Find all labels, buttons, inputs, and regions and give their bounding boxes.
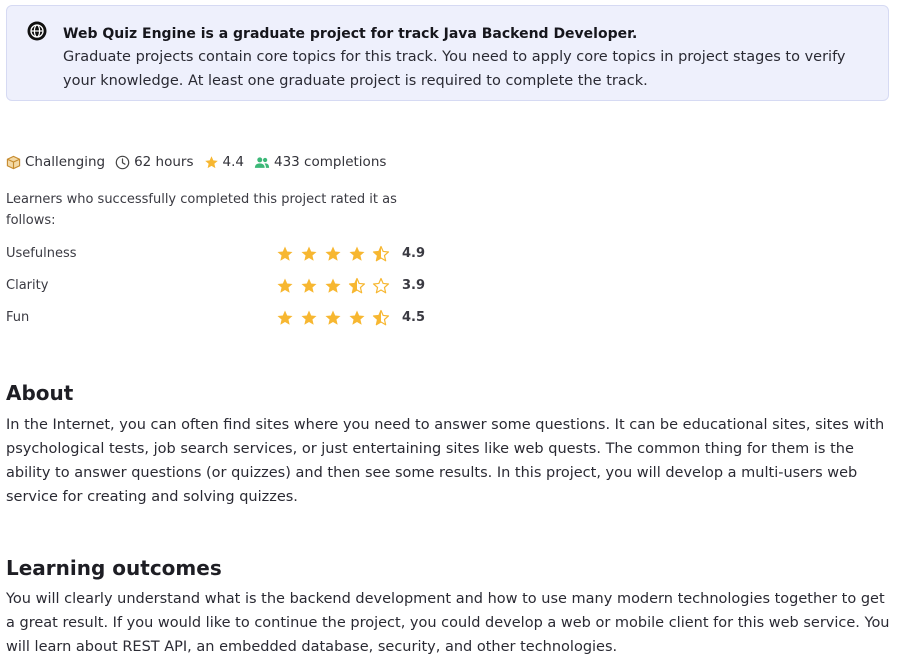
duration: 62 hours: [115, 154, 194, 170]
rating-row-fun: Fun 4.5: [6, 308, 436, 328]
star-rating: [276, 245, 396, 263]
rating-label: Fun: [6, 310, 30, 325]
users-icon: [254, 156, 270, 168]
box-icon: [6, 155, 21, 169]
rating-row-usefulness: Usefulness 4.9: [6, 244, 436, 264]
banner-title: Web Quiz Engine is a graduate project fo…: [63, 26, 638, 42]
star-full-icon: [325, 246, 341, 261]
difficulty-label: Challenging: [25, 154, 106, 170]
star-icon: [204, 155, 218, 168]
star-full-icon: [277, 278, 293, 293]
completions: 433 completions: [254, 154, 386, 170]
star-full-icon: [277, 310, 293, 325]
about-heading: About: [6, 381, 74, 405]
learning-outcomes-text: You will clearly understand what is the …: [6, 591, 890, 655]
learning-outcomes-heading: Learning outcomes: [6, 556, 222, 580]
globe-icon: [27, 21, 47, 41]
star-empty-icon: [372, 277, 390, 294]
project-meta: Challenging 62 hours 4.4 433 completions: [6, 153, 396, 171]
star-half-icon: [372, 245, 390, 262]
star-full-icon: [301, 310, 317, 325]
rating-row-clarity: Clarity 3.9: [6, 276, 436, 296]
star-half-icon: [372, 309, 390, 326]
rating: 4.4: [204, 154, 244, 170]
rating-label: Usefulness: [6, 246, 77, 261]
star-full-icon: [277, 246, 293, 261]
star-full-icon: [301, 246, 317, 261]
completions-label: 433 completions: [274, 154, 387, 170]
star-full-icon: [349, 246, 365, 261]
star-half-icon: [348, 277, 366, 294]
banner-description: Graduate projects contain core topics fo…: [63, 49, 846, 89]
duration-label: 62 hours: [134, 154, 194, 170]
rating-value: 3.9: [402, 278, 426, 293]
ratings-intro: Learners who successfully completed this…: [6, 192, 397, 228]
difficulty: Challenging: [6, 154, 105, 170]
graduate-project-banner: Web Quiz Engine is a graduate project fo…: [6, 5, 889, 101]
about-text: In the Internet, you can often find site…: [6, 417, 885, 505]
star-rating: [276, 309, 396, 327]
star-full-icon: [325, 310, 341, 325]
clock-icon: [115, 155, 130, 169]
rating-value: 4.5: [402, 310, 426, 325]
star-full-icon: [349, 310, 365, 325]
star-full-icon: [325, 278, 341, 293]
rating-value: 4.9: [402, 246, 426, 261]
star-rating: [276, 277, 396, 295]
star-full-icon: [301, 278, 317, 293]
rating-label: Clarity: [6, 278, 49, 293]
rating-label: 4.4: [222, 154, 244, 170]
